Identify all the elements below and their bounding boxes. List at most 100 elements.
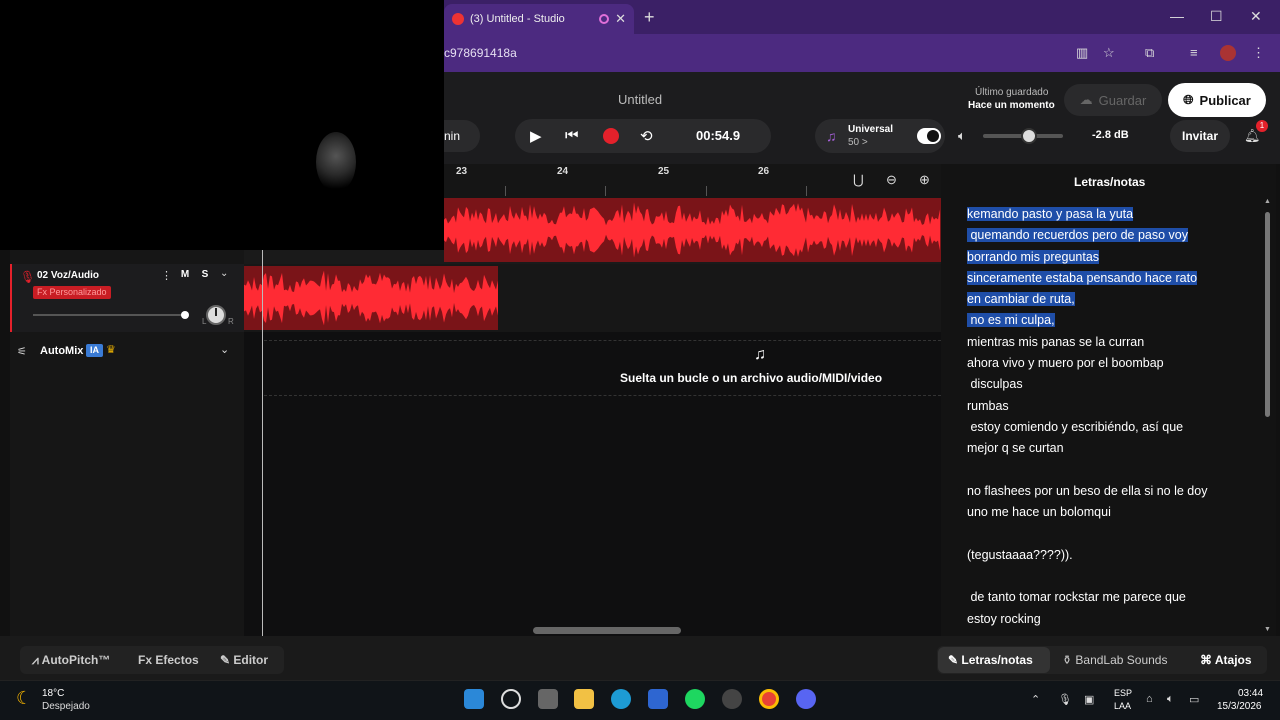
discord-icon[interactable] xyxy=(796,689,816,709)
ruler-tick xyxy=(505,186,506,196)
track-volume-handle[interactable] xyxy=(181,311,189,319)
keyboard-layout[interactable]: LAA xyxy=(1114,701,1131,711)
webcam-person xyxy=(316,132,356,192)
effects-button[interactable]: Fx Efectos xyxy=(138,653,199,667)
track-options-icon[interactable]: ⋮ xyxy=(161,269,172,282)
magnet-snap-icon[interactable]: ⋃ xyxy=(853,172,864,188)
zoom-in-icon[interactable]: ⊕ xyxy=(919,172,930,188)
save-label: Guardar xyxy=(1098,92,1147,108)
microphone-tray-icon[interactable]: 🎙︎ xyxy=(1058,693,1072,706)
solo-button[interactable]: S xyxy=(196,269,214,283)
save-button[interactable]: ☁ Guardar xyxy=(1064,84,1162,116)
volume-db: -2.8 dB xyxy=(1092,129,1129,141)
scroll-down-icon[interactable]: ▼ xyxy=(1264,626,1271,633)
lyrics-title: Letras/notas xyxy=(1074,175,1146,189)
chevron-down-icon[interactable]: ⌄ xyxy=(220,268,228,279)
minimize-window-button[interactable]: — xyxy=(1170,8,1184,24)
tab-shortcuts-label: Atajos xyxy=(1214,653,1252,667)
scroll-up-icon[interactable]: ▲ xyxy=(1264,198,1271,205)
metronome-toggle[interactable] xyxy=(917,128,941,144)
horizontal-scrollbar[interactable] xyxy=(533,627,681,634)
lyrics-scrollbar[interactable] xyxy=(1265,212,1270,417)
bookmark-star-icon[interactable]: ☆ xyxy=(1103,45,1115,61)
microsoft-store-icon[interactable] xyxy=(648,689,668,709)
play-icon[interactable]: ▶ xyxy=(530,127,542,145)
tab-bandlab-sounds[interactable]: ⚱ BandLab Sounds xyxy=(1062,653,1167,667)
chrome-icon[interactable] xyxy=(759,689,779,709)
reader-mode-icon[interactable]: ▥ xyxy=(1076,45,1088,61)
profile-avatar[interactable] xyxy=(1220,45,1236,61)
mode-button[interactable]: nin xyxy=(444,120,480,152)
tab-title: (3) Untitled - Studio xyxy=(470,13,565,25)
playhead[interactable] xyxy=(262,250,263,636)
browser-menu-icon[interactable]: ⋮ xyxy=(1252,45,1265,61)
app-icon[interactable] xyxy=(722,689,742,709)
fx-preset-badge[interactable]: Fx Personalizado xyxy=(33,286,111,299)
timeline-ruler[interactable] xyxy=(444,164,941,198)
editor-button[interactable]: ✎ Editor xyxy=(220,653,268,667)
recording-indicator-icon xyxy=(599,14,610,24)
track-volume-slider[interactable] xyxy=(33,314,187,316)
moon-weather-icon[interactable]: ☾ xyxy=(16,688,32,709)
lyrics-line: kemando pasto y pasa la yuta xyxy=(967,204,1257,225)
search-icon[interactable] xyxy=(501,689,521,709)
drop-zone-text: Suelta un bucle o un archivo audio/MIDI/… xyxy=(620,371,883,385)
weather-temp[interactable]: 18°C xyxy=(42,688,64,699)
ruler-bar-26: 26 xyxy=(758,166,770,177)
start-icon[interactable] xyxy=(464,689,484,709)
lyrics-line: (tegustaaaa????)). xyxy=(967,547,1073,562)
track-name[interactable]: 02 Voz/Audio xyxy=(37,270,99,281)
edge-browser-icon[interactable] xyxy=(611,689,631,709)
task-view-icon[interactable] xyxy=(538,689,558,709)
tab-lyrics[interactable]: ✎ Letras/notas xyxy=(948,653,1033,667)
autopitch-button[interactable]: ⩘ AutoPitch™ xyxy=(32,653,110,668)
project-title[interactable]: Untitled xyxy=(618,92,662,107)
ruler-bar-25: 25 xyxy=(658,166,670,177)
spotify-icon[interactable] xyxy=(685,689,705,709)
language-code[interactable]: ESP xyxy=(1114,688,1132,698)
webcam-video-overlay[interactable] xyxy=(0,0,444,250)
tab-close-icon[interactable]: ✕ xyxy=(615,11,626,27)
time-display[interactable]: 00:54.9 xyxy=(696,128,740,143)
media-control-icon[interactable]: ≡ xyxy=(1190,45,1198,60)
mute-button[interactable]: M xyxy=(176,269,194,283)
display-tray-icon[interactable]: ▣ xyxy=(1084,693,1094,706)
tab-lyrics-label: Letras/notas xyxy=(961,653,1033,667)
automix-chevron-icon[interactable]: ⌄ xyxy=(220,343,229,356)
selected-text: no es mi culpa, xyxy=(967,313,1055,328)
file-explorer-icon[interactable] xyxy=(574,689,594,709)
zoom-out-icon[interactable]: ⊖ xyxy=(886,172,897,188)
tab-shortcuts[interactable]: ⌘ Atajos xyxy=(1200,653,1252,667)
audio-clip-2[interactable] xyxy=(244,266,498,330)
skip-back-icon[interactable]: ⏮ xyxy=(565,127,579,144)
invite-button[interactable]: Invitar xyxy=(1170,120,1230,152)
loop-icon[interactable]: ⟲ xyxy=(640,127,653,145)
lyrics-line: no es mi culpa, xyxy=(967,310,1257,331)
url-text[interactable]: c978691418a xyxy=(444,46,517,60)
ruler-tick xyxy=(706,186,707,196)
volume-slider-handle[interactable] xyxy=(1021,128,1037,144)
new-tab-button[interactable]: + xyxy=(644,7,655,28)
pan-knob[interactable] xyxy=(206,305,226,325)
tray-chevron-icon[interactable]: ⌃ xyxy=(1031,693,1040,706)
clock-time[interactable]: 03:44 xyxy=(1238,688,1263,699)
last-saved-value: Hace un momento xyxy=(968,100,1055,111)
network-icon[interactable]: ⌂ xyxy=(1146,693,1153,705)
automix-label: AutoMix xyxy=(40,345,84,357)
bpm-value[interactable]: 50 > xyxy=(848,137,868,148)
lyrics-textarea[interactable]: kemando pasto y pasa la yuta quemando re… xyxy=(967,204,1257,630)
drop-zone[interactable] xyxy=(264,340,941,396)
weather-condition[interactable]: Despejado xyxy=(42,701,90,712)
close-window-button[interactable]: ✕ xyxy=(1250,8,1262,25)
audio-clip-1[interactable] xyxy=(444,198,941,262)
clock-date[interactable]: 15/3/2026 xyxy=(1217,701,1262,712)
browser-tab[interactable]: (3) Untitled - Studio ✕ xyxy=(444,4,634,34)
publish-button[interactable]: 🌐︎ Publicar xyxy=(1168,83,1266,117)
battery-icon[interactable]: ▭ xyxy=(1189,693,1199,706)
volume-tray-icon[interactable]: 🔈︎ xyxy=(1167,693,1174,706)
speaker-icon[interactable]: 🔈︎ xyxy=(958,128,966,144)
sounds-icon: ⚱ xyxy=(1062,653,1076,667)
extensions-icon[interactable]: ⧉ xyxy=(1145,45,1154,61)
record-button[interactable] xyxy=(603,128,619,144)
maximize-window-button[interactable]: ☐ xyxy=(1210,8,1223,25)
